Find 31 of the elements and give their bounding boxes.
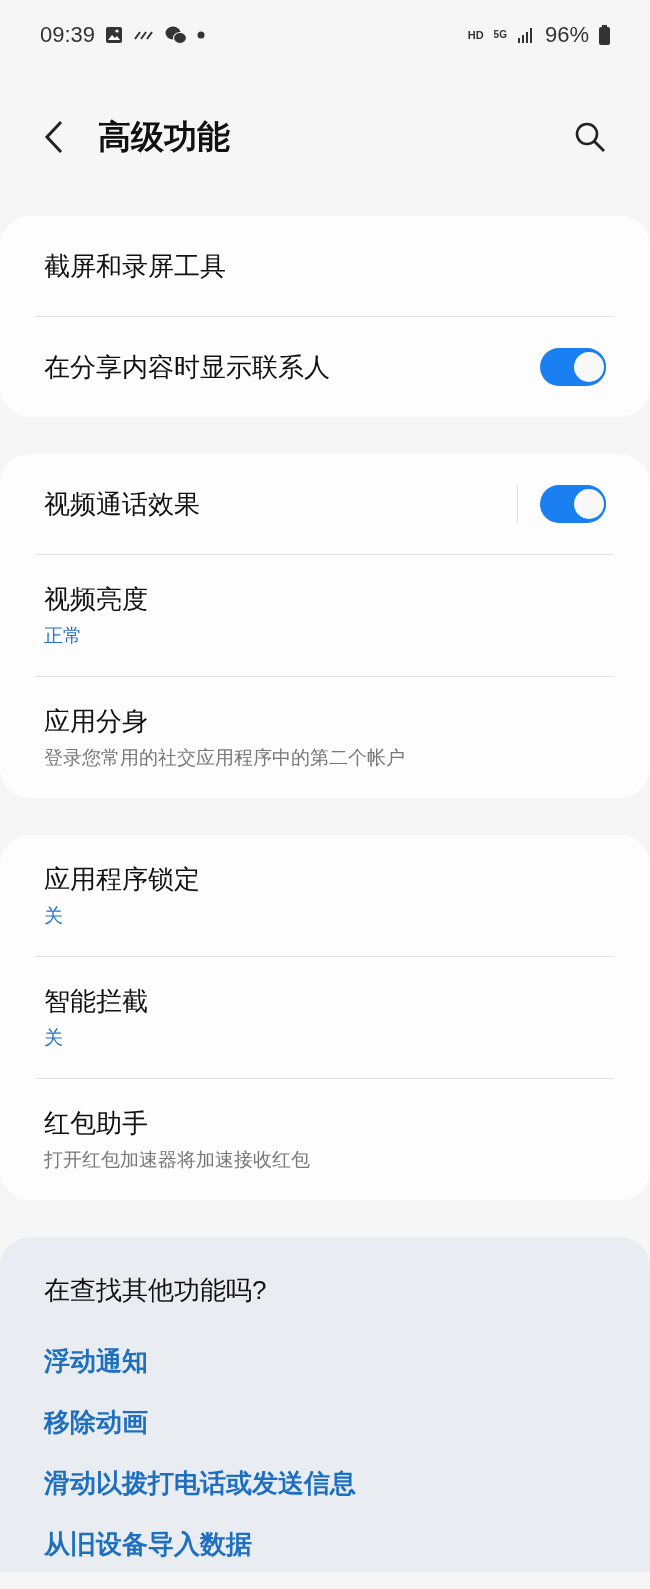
feature-link[interactable]: 移除动画: [44, 1405, 148, 1440]
clock: 09:39: [40, 22, 96, 48]
item-description: 打开红包加速器将加速接收红包: [44, 1148, 311, 1172]
item-description: 登录您常用的社交应用程序中的第二个帐户: [44, 746, 406, 770]
settings-item[interactable]: 在分享内容时显示联系人: [44, 349, 540, 385]
slashes-icon: [133, 29, 156, 41]
signal-icon: [516, 27, 535, 43]
dot-icon: [197, 31, 206, 39]
feature-link[interactable]: 从旧设备导入数据: [44, 1527, 252, 1562]
settings-item[interactable]: 智能拦截: [44, 984, 606, 1019]
settings-item[interactable]: 红包助手: [44, 1106, 606, 1141]
image-icon: [105, 26, 124, 44]
item-value: 正常: [44, 624, 83, 648]
battery-level: 96%: [544, 22, 589, 48]
item-value: 关: [44, 904, 64, 928]
settings-item[interactable]: 视频亮度: [44, 582, 606, 617]
feature-link[interactable]: 滑动以拨打电话或发送信息: [44, 1466, 356, 1501]
chat-icon: [165, 25, 188, 45]
toggle-switch[interactable]: [540, 348, 606, 386]
settings-item[interactable]: 视频通话效果: [44, 486, 517, 522]
toggle-switch[interactable]: [540, 485, 606, 523]
settings-item[interactable]: 应用程序锁定: [44, 862, 606, 897]
settings-item[interactable]: 应用分身: [44, 704, 606, 739]
settings-item[interactable]: 截屏和录屏工具: [36, 216, 614, 316]
item-value: 关: [44, 1026, 64, 1050]
feature-link[interactable]: 浮动通知: [44, 1344, 148, 1379]
battery-icon: [599, 25, 610, 45]
page-title: 高级功能: [98, 116, 231, 157]
suggestions-title: 在查找其他功能吗?: [44, 1274, 267, 1307]
network-type: 5G: [493, 30, 507, 40]
hd-indicator: HD: [467, 29, 484, 41]
